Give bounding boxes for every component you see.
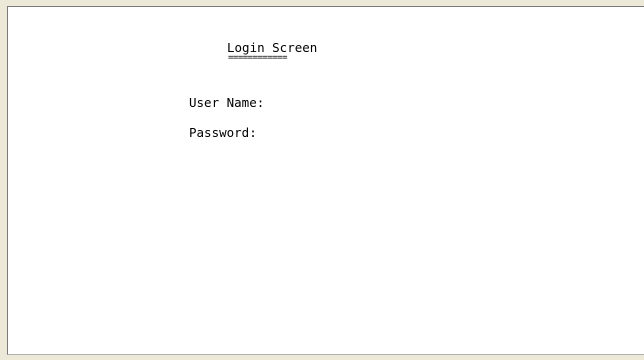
terminal-screen[interactable]: Login Screen ============ User Name: Pas…	[7, 6, 644, 355]
username-label: User Name:	[189, 95, 265, 110]
title-underline: ============	[228, 53, 288, 63]
window-frame: Login Screen ============ User Name: Pas…	[0, 0, 644, 360]
password-label: Password:	[189, 125, 257, 140]
